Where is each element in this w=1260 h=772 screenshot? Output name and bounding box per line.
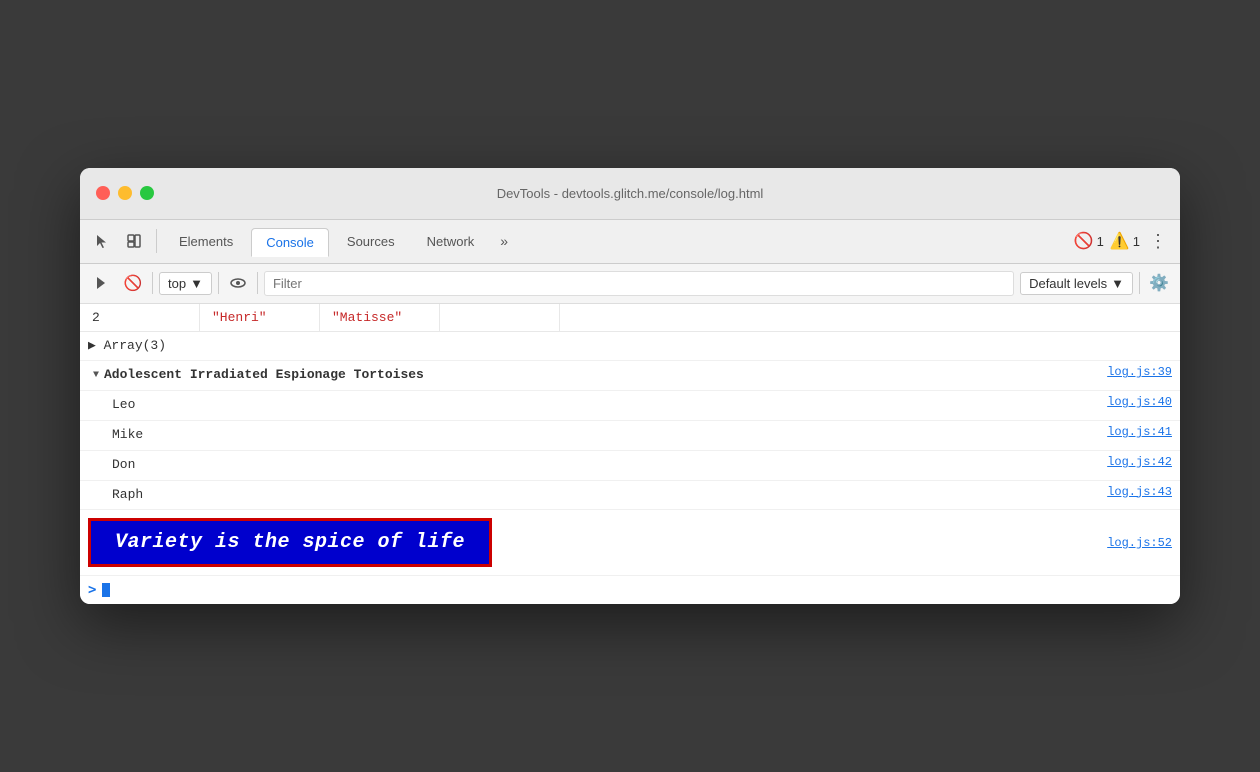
repl-cursor[interactable] [102, 583, 110, 597]
tab-elements[interactable]: Elements [165, 228, 247, 255]
styled-text: Variety is the spice of life [88, 518, 492, 567]
context-dropdown-icon: ▼ [190, 276, 203, 291]
window-title: DevTools - devtools.glitch.me/console/lo… [497, 186, 764, 201]
styled-link[interactable]: log.js:52 [1107, 536, 1172, 550]
group-item-0: Leo log.js:40 [80, 391, 1180, 421]
error-count: 1 [1097, 234, 1104, 249]
clear-button[interactable]: 🚫 [120, 270, 146, 296]
repl-prompt: > [88, 582, 96, 598]
settings-icon[interactable]: ⚙️ [1146, 270, 1172, 296]
array-row: ▶ Array(3) [80, 332, 1180, 362]
titlebar: DevTools - devtools.glitch.me/console/lo… [80, 168, 1180, 220]
levels-label: Default levels [1029, 276, 1107, 291]
table-cell-index: 2 [80, 304, 200, 331]
group-item-2: Don log.js:42 [80, 451, 1180, 481]
close-button[interactable] [96, 186, 110, 200]
group-toggle[interactable]: ▼ [88, 367, 104, 383]
repl-row: > [80, 576, 1180, 604]
tab-sources[interactable]: Sources [333, 228, 409, 255]
group-header: ▼ Adolescent Irradiated Espionage Tortoi… [80, 361, 1180, 391]
tab-console[interactable]: Console [251, 228, 329, 257]
badge-area: 🚫 1 ⚠️ 1 [1074, 231, 1140, 251]
toolbar-sep-3 [257, 272, 258, 294]
group-label: Adolescent Irradiated Espionage Tortoise… [104, 365, 1107, 386]
warning-badge: ⚠️ 1 [1110, 231, 1140, 251]
group-item-2-name: Don [112, 455, 1107, 476]
tab-bar: Elements Console Sources Network » 🚫 1 ⚠… [80, 220, 1180, 264]
more-tabs-button[interactable]: » [492, 229, 516, 253]
error-icon: 🚫 [1074, 231, 1094, 251]
group-item-3-link[interactable]: log.js:43 [1107, 485, 1172, 499]
inspect-icon[interactable] [120, 227, 148, 255]
levels-select[interactable]: Default levels ▼ [1020, 272, 1133, 295]
group-item-0-name: Leo [112, 395, 1107, 416]
group-item-2-link[interactable]: log.js:42 [1107, 455, 1172, 469]
minimize-button[interactable] [118, 186, 132, 200]
array-label[interactable]: ▶ Array(3) [88, 336, 1172, 357]
error-badge: 🚫 1 [1074, 231, 1104, 251]
styled-message-row: Variety is the spice of life log.js:52 [80, 510, 1180, 576]
warning-icon: ⚠️ [1110, 231, 1130, 251]
window-controls [96, 186, 154, 200]
group-item-3: Raph log.js:43 [80, 481, 1180, 511]
levels-dropdown-icon: ▼ [1111, 276, 1124, 291]
table-cell-first: "Henri" [200, 304, 320, 331]
table-cell-second: "Matisse" [320, 304, 440, 331]
group-item-0-link[interactable]: log.js:40 [1107, 395, 1172, 409]
more-options-icon[interactable]: ⋮ [1144, 227, 1172, 255]
context-select[interactable]: top ▼ [159, 272, 212, 295]
cursor-icon[interactable] [88, 227, 116, 255]
run-button[interactable] [88, 270, 114, 296]
tab-separator [156, 229, 157, 253]
toolbar-sep-2 [218, 272, 219, 294]
group-item-1-link[interactable]: log.js:41 [1107, 425, 1172, 439]
console-toolbar: 🚫 top ▼ Default levels ▼ ⚙️ [80, 264, 1180, 304]
group-item-3-name: Raph [112, 485, 1107, 506]
table-header-row: 2 "Henri" "Matisse" [80, 304, 1180, 332]
group-link[interactable]: log.js:39 [1107, 365, 1172, 379]
filter-input[interactable] [264, 271, 1014, 296]
group-item-1: Mike log.js:41 [80, 421, 1180, 451]
maximize-button[interactable] [140, 186, 154, 200]
toolbar-sep [152, 272, 153, 294]
group-item-1-name: Mike [112, 425, 1107, 446]
eye-icon[interactable] [225, 270, 251, 296]
context-value: top [168, 276, 186, 291]
devtools-window: DevTools - devtools.glitch.me/console/lo… [80, 168, 1180, 605]
toolbar-sep-4 [1139, 272, 1140, 294]
tab-network[interactable]: Network [413, 228, 489, 255]
console-content: 2 "Henri" "Matisse" ▶ Array(3) ▼ Adolesc… [80, 304, 1180, 605]
table-cell-empty [440, 304, 560, 331]
warning-count: 1 [1133, 234, 1140, 249]
